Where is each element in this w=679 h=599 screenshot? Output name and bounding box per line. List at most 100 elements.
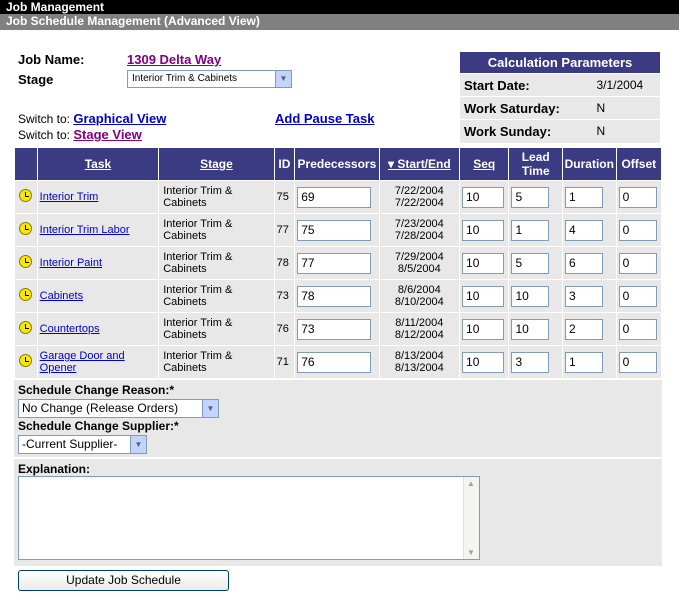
row-id: 75 xyxy=(273,180,296,214)
task-link[interactable]: Countertops xyxy=(40,323,100,335)
work-saturday-value: N xyxy=(590,96,660,120)
leadtime-input[interactable] xyxy=(511,219,550,241)
leadtime-input[interactable] xyxy=(511,351,550,373)
task-column-header[interactable]: Task xyxy=(36,147,160,181)
offset-input[interactable] xyxy=(618,285,657,307)
leadtime-header-line2: Time xyxy=(521,164,550,178)
offset-column-header: Offset xyxy=(615,147,663,181)
offset-input[interactable] xyxy=(618,186,657,208)
leadtime-input[interactable] xyxy=(511,252,550,274)
leadtime-input[interactable] xyxy=(511,285,550,307)
chevron-down-icon[interactable]: ▼ xyxy=(275,71,291,87)
clock-icon xyxy=(19,354,33,367)
job-name-link[interactable]: 1309 Delta Way xyxy=(127,52,221,67)
row-stage-line2: Cabinets xyxy=(163,263,207,275)
seq-input[interactable] xyxy=(462,252,505,274)
predecessors-input[interactable] xyxy=(297,186,372,208)
duration-input[interactable] xyxy=(565,351,604,373)
table-row: Garage Door and Opener Interior Trim & Cab… xyxy=(14,345,663,379)
supplier-select[interactable]: -Current Supplier- ▼ xyxy=(18,435,147,454)
explanation-textarea[interactable]: ▲ ▼ xyxy=(18,476,480,560)
table-row: Countertops Interior Trim &Cabinets 76 8… xyxy=(14,312,663,346)
reason-select-value: No Change (Release Orders) xyxy=(22,401,179,415)
clock-icon xyxy=(19,189,33,202)
status-column-header xyxy=(14,147,38,181)
row-stage-line1: Interior Trim & xyxy=(163,185,233,197)
supplier-label: Schedule Change Supplier:* xyxy=(18,419,179,433)
task-link-line1: Garage Door and xyxy=(39,350,125,362)
clock-icon xyxy=(19,288,33,301)
seq-input[interactable] xyxy=(462,186,505,208)
start-date-value: 3/1/2004 xyxy=(590,73,660,97)
row-stage-line1: Interior Trim & xyxy=(163,350,233,362)
seq-input[interactable] xyxy=(462,318,505,340)
seq-column-header[interactable]: Seq xyxy=(459,147,510,181)
row-end-date: 8/10/2004 xyxy=(394,296,444,308)
table-row: Interior Trim Interior Trim & Cabinets 75… xyxy=(14,180,663,214)
add-pause-task-link[interactable]: Add Pause Task xyxy=(275,111,374,126)
duration-input[interactable] xyxy=(565,252,604,274)
chevron-down-icon[interactable]: ▼ xyxy=(130,436,146,453)
table-row: Cabinets Interior Trim &Cabinets 73 8/6/… xyxy=(14,279,663,313)
graphical-view-link[interactable]: Graphical View xyxy=(73,111,166,126)
task-link[interactable]: Interior Paint xyxy=(40,257,102,269)
row-start-date: 8/6/2004 xyxy=(397,284,441,296)
startend-column-header[interactable]: ▾ Start/End xyxy=(378,147,461,181)
leadtime-header-line1: Lead xyxy=(521,150,550,164)
schedule-change-form: Schedule Change Reason:* No Change (Rele… xyxy=(14,380,662,566)
scroll-down-icon[interactable]: ▼ xyxy=(467,548,475,557)
textarea-scrollbar[interactable]: ▲ ▼ xyxy=(463,477,479,559)
stage-view-link[interactable]: Stage View xyxy=(73,127,141,142)
row-start-date: 8/11/2004 xyxy=(395,317,444,329)
switch-stage: Switch to: Stage View xyxy=(18,127,142,142)
predecessors-column-header: Predecessors xyxy=(294,147,380,181)
seq-input[interactable] xyxy=(462,219,505,241)
switch-graphical: Switch to: Graphical View xyxy=(18,111,166,126)
seq-input[interactable] xyxy=(462,285,505,307)
row-stage-line2: Cabinets xyxy=(163,296,207,308)
predecessors-input[interactable] xyxy=(297,252,372,274)
row-stage-line1: Interior Trim & xyxy=(163,284,233,296)
offset-input[interactable] xyxy=(618,219,657,241)
update-job-schedule-button[interactable]: Update Job Schedule xyxy=(18,570,229,591)
switch-prefix: Switch to: xyxy=(18,112,71,126)
table-row: Interior Trim Labor Interior Trim & Cabin… xyxy=(14,213,663,247)
app-title-bar: Job Management xyxy=(0,0,679,14)
row-id: 71 xyxy=(273,345,296,379)
row-stage-line1: Interior Trim & xyxy=(163,218,233,230)
chevron-down-icon[interactable]: ▼ xyxy=(202,400,218,417)
leadtime-input[interactable] xyxy=(511,186,550,208)
predecessors-input[interactable] xyxy=(297,285,372,307)
clock-icon xyxy=(19,255,33,268)
predecessors-input[interactable] xyxy=(297,318,372,340)
duration-input[interactable] xyxy=(565,285,604,307)
work-saturday-label: Work Saturday: xyxy=(460,96,591,120)
row-end-date: 7/28/2004 xyxy=(394,230,444,242)
task-link[interactable]: Cabinets xyxy=(40,290,83,302)
row-start-date: 7/29/2004 xyxy=(394,251,444,263)
row-stage-line1: Interior Trim & xyxy=(163,251,233,263)
duration-input[interactable] xyxy=(565,219,604,241)
offset-input[interactable] xyxy=(618,318,657,340)
leadtime-input[interactable] xyxy=(511,318,550,340)
page-title: Job Schedule Management (Advanced View) xyxy=(6,14,260,28)
task-link-line2: Opener xyxy=(39,362,77,374)
task-link[interactable]: Interior Trim Labor xyxy=(40,224,130,236)
predecessors-input[interactable] xyxy=(297,219,372,241)
stage-select[interactable]: Interior Trim & Cabinets ▼ xyxy=(127,70,292,88)
row-id: 76 xyxy=(273,312,296,346)
scroll-up-icon[interactable]: ▲ xyxy=(467,479,475,488)
row-start-date: 8/13/2004 xyxy=(394,350,444,362)
task-link[interactable]: Interior Trim xyxy=(40,191,99,203)
duration-input[interactable] xyxy=(565,186,604,208)
stage-column-header[interactable]: Stage xyxy=(158,147,275,181)
offset-input[interactable] xyxy=(618,252,657,274)
predecessors-input[interactable] xyxy=(297,351,372,373)
table-row: Interior Paint Interior Trim & Cabinets 7… xyxy=(14,246,663,280)
seq-input[interactable] xyxy=(462,351,505,373)
duration-input[interactable] xyxy=(565,318,604,340)
reason-select[interactable]: No Change (Release Orders) ▼ xyxy=(18,399,219,418)
duration-column-header: Duration xyxy=(562,147,617,181)
task-link[interactable]: Garage Door and Opener xyxy=(40,350,125,374)
offset-input[interactable] xyxy=(618,351,657,373)
